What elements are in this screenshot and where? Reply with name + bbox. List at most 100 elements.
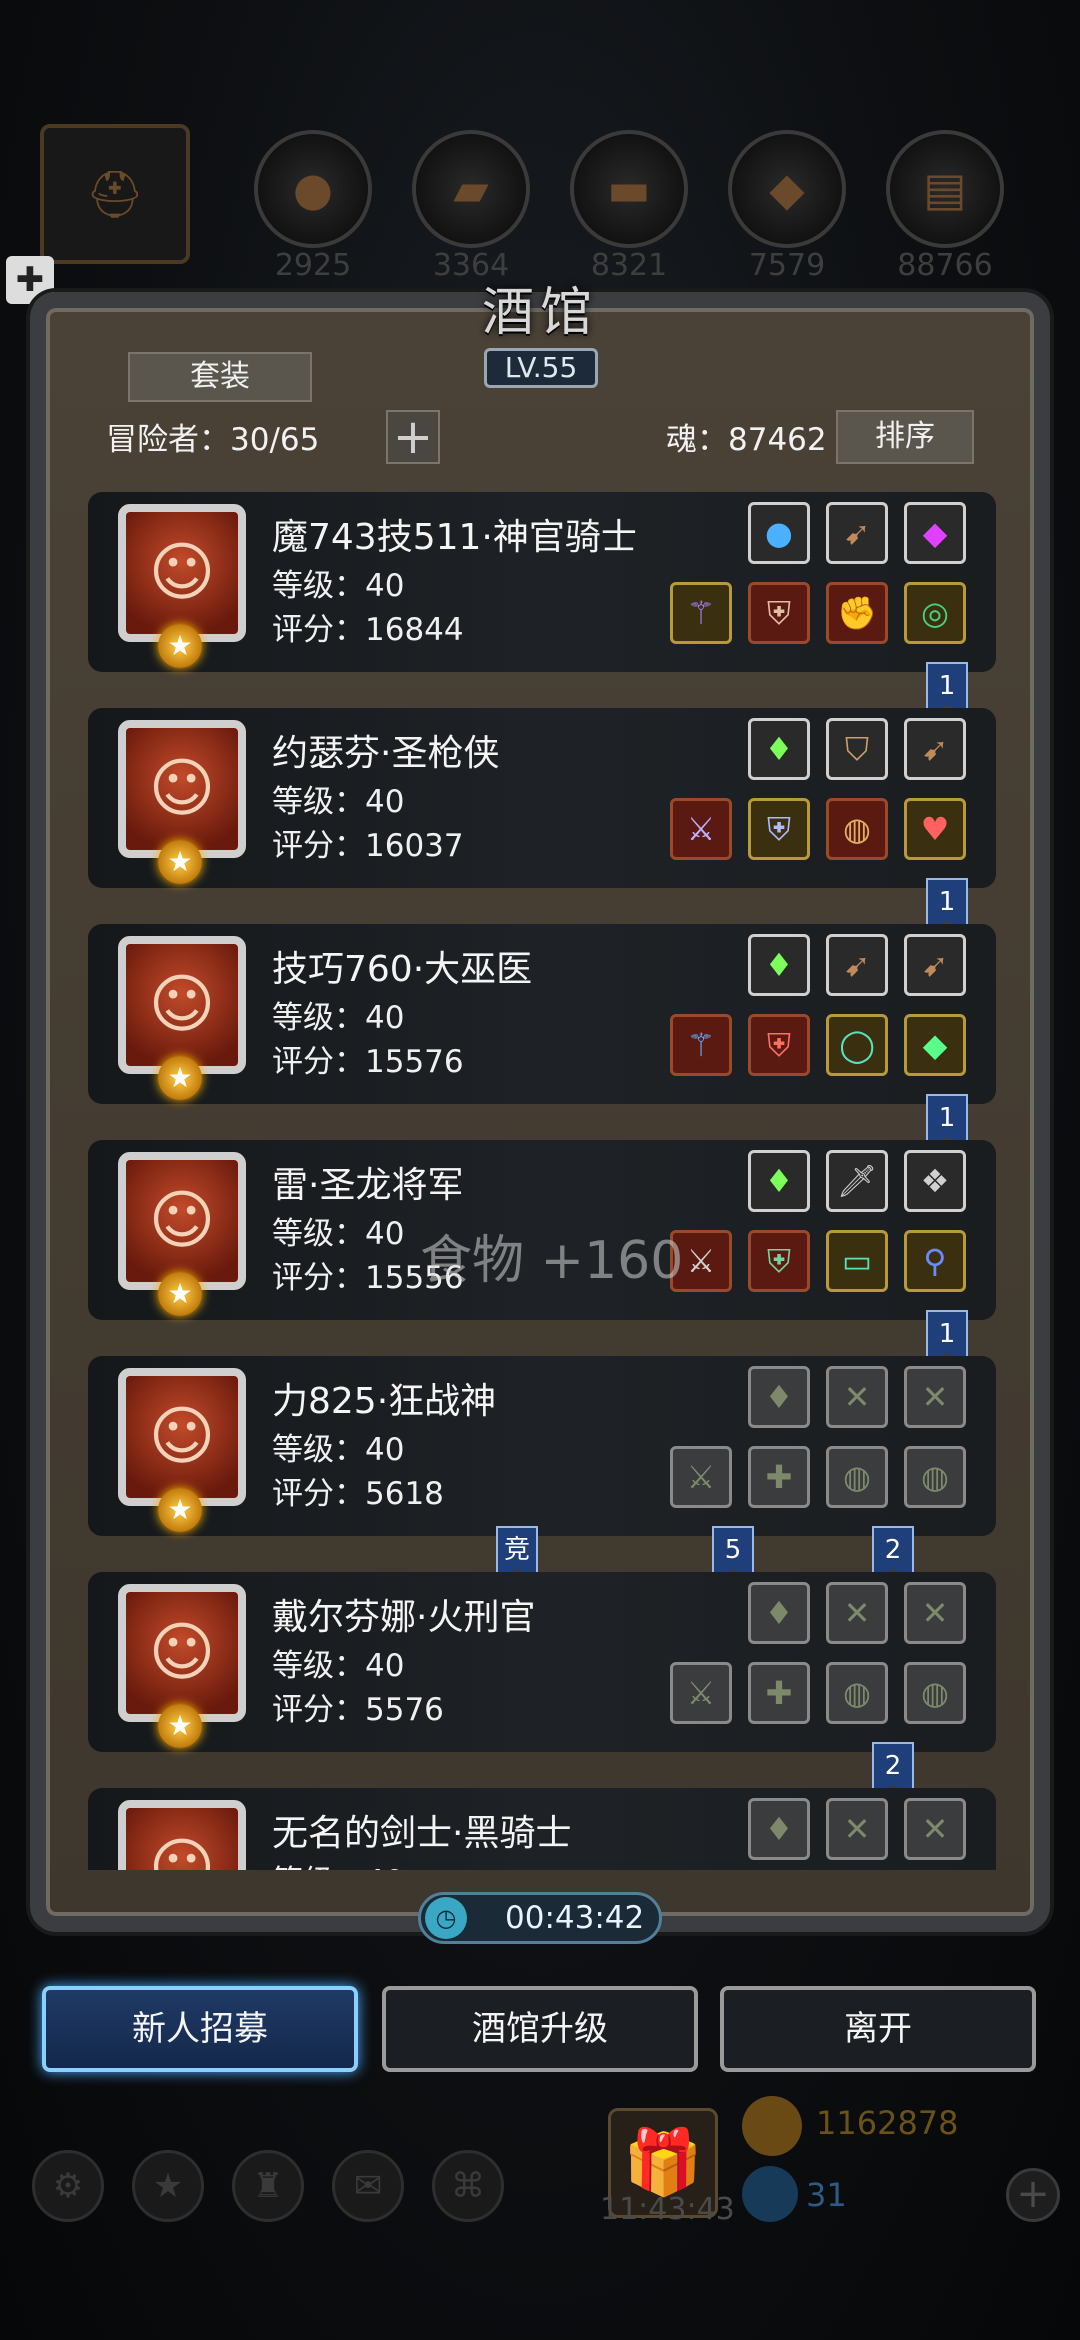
emerald-icon[interactable]: ◆ — [904, 1014, 966, 1076]
adventurer-name: 技巧760·大巫医 — [272, 949, 533, 990]
orb-icon[interactable]: ● — [748, 502, 810, 564]
empty-slot-icon[interactable]: ◍ — [904, 1662, 966, 1724]
adventurer-name: 魔743技511·神官骑士 — [272, 517, 637, 558]
adventurer-level: 等级：40 — [272, 1648, 405, 1684]
lancer-portrait-icon: ☺ — [118, 720, 246, 858]
crossbow-icon[interactable]: ➹ — [904, 934, 966, 996]
empty-slot-icon[interactable]: ✕ — [904, 1366, 966, 1428]
necklace-icon[interactable]: ◎ — [904, 582, 966, 644]
soul-count: 魂：87462 — [666, 422, 827, 458]
adventurer-level: 等级：40 — [272, 1432, 405, 1468]
crossbow-icon[interactable]: ➹ — [826, 934, 888, 996]
knight-portrait-icon: ☺ — [118, 1800, 246, 1870]
empty-slot-icon[interactable]: ✕ — [826, 1582, 888, 1644]
adventurer-level: 等级：40 — [272, 1216, 405, 1252]
guild-icon[interactable]: ♜ — [232, 2150, 304, 2222]
upgrade-tavern-button[interactable]: 酒馆升级 — [382, 1986, 698, 2072]
adventurer-card[interactable]: ☺ 无名的剑士·黑骑士 等级：40 ♦ ✕ ✕ — [88, 1788, 996, 1870]
empty-slot-icon[interactable]: ✚ — [748, 1662, 810, 1724]
crystal-shard-icon[interactable]: ♦ — [748, 934, 810, 996]
adventurer-card[interactable]: ☺ ★ 技巧760·大巫医 等级：40 评分：15576 ♦ ➹ ➹ ⚚ ⛨ ◯… — [88, 924, 996, 1104]
adventurer-card[interactable]: ☺ ★ 力825·狂战神 等级：40 评分：5618 ♦ ✕ ✕ ⚔ ✚ ◍ ◍ — [88, 1356, 996, 1536]
resource-bar: ⛑ ● 2925 ▰ 3364 ▬ 8321 ◆ 7579 ▤ 88766 — [40, 124, 1060, 283]
rank-star-icon: ★ — [158, 840, 202, 884]
pendant-icon[interactable]: ⚲ — [904, 1230, 966, 1292]
map-icon[interactable]: ⌘ — [432, 2150, 504, 2222]
helmet-icon: ⛑ — [40, 124, 190, 264]
crossbow-icon[interactable]: ➹ — [904, 718, 966, 780]
suit-button[interactable]: 套装 — [128, 352, 312, 402]
adventurer-score: 评分：16844 — [272, 612, 464, 648]
adventurer-score: 评分：15576 — [272, 1044, 464, 1080]
shield-icon[interactable]: ⛉ — [826, 718, 888, 780]
adventurer-score: 评分：16037 — [272, 828, 464, 864]
empty-slot-icon[interactable]: ✕ — [826, 1366, 888, 1428]
empty-slot-icon[interactable]: ♦ — [748, 1798, 810, 1860]
gem-icon[interactable]: ◆ — [904, 502, 966, 564]
empty-slot-icon[interactable]: ⚔ — [670, 1662, 732, 1724]
adventurer-name: 戴尔芬娜·火刑官 — [272, 1597, 536, 1638]
crystal-icon: ◆ — [728, 130, 846, 248]
level-badge: LV.55 — [484, 348, 598, 388]
empty-slot-icon[interactable]: ✚ — [748, 1446, 810, 1508]
crystal-shard-icon[interactable]: ♦ — [748, 1150, 810, 1212]
sort-button[interactable]: 排序 — [836, 410, 974, 464]
leave-button[interactable]: 离开 — [720, 1986, 1036, 2072]
rank-star-icon: ★ — [158, 1704, 202, 1748]
add-currency-button[interactable]: + — [1006, 2168, 1060, 2222]
empty-slot-icon[interactable]: ◍ — [826, 1662, 888, 1724]
adventurer-card[interactable]: ☺ ★ 约瑟芬·圣枪侠 等级：40 评分：16037 ♦ ⛉ ➹ ⚔ ⛨ ◍ ♥ — [88, 708, 996, 888]
amulet-icon[interactable]: ♥ — [904, 798, 966, 860]
crossbow-icon[interactable]: ➹ — [826, 502, 888, 564]
mail-icon[interactable]: ✉ — [332, 2150, 404, 2222]
refresh-timer: ◷ 00:43:42 — [418, 1892, 662, 1944]
adventurer-count: 冒险者：30/65 — [106, 422, 320, 458]
empty-slot-icon[interactable]: ✕ — [904, 1582, 966, 1644]
wood-icon: ▰ — [412, 130, 530, 248]
recruit-button[interactable]: 新人招募 — [42, 1986, 358, 2072]
staff-icon[interactable]: ⚚ — [670, 582, 732, 644]
gold-coin-icon — [742, 2096, 802, 2156]
empty-slot-icon[interactable]: ♦ — [748, 1366, 810, 1428]
adventurer-level: 等级：40 — [272, 1000, 405, 1036]
belt-icon[interactable]: ▭ — [826, 1230, 888, 1292]
gauntlet-icon[interactable]: ✊ — [826, 582, 888, 644]
shaman-portrait-icon: ☺ — [118, 936, 246, 1074]
iron-icon: ▬ — [570, 130, 688, 248]
ring-icon[interactable]: ◯ — [826, 1014, 888, 1076]
general-portrait-icon: ☺ — [118, 1152, 246, 1290]
adventurer-card[interactable]: ☺ ★ 戴尔芬娜·火刑官 等级：40 评分：5576 ♦ ✕ ✕ ⚔ ✚ ◍ ◍ — [88, 1572, 996, 1752]
add-slot-button[interactable]: + — [386, 410, 440, 464]
empty-slot-icon[interactable]: ◍ — [904, 1446, 966, 1508]
empty-slot-icon[interactable]: ◍ — [826, 1446, 888, 1508]
armor-icon[interactable]: ⛨ — [748, 798, 810, 860]
nun-portrait-icon: ☺ — [118, 504, 246, 642]
diamond-icon — [742, 2166, 798, 2222]
sword-icon[interactable]: ⚔ — [670, 798, 732, 860]
adventurer-name: 力825·狂战神 — [272, 1381, 497, 1422]
adventurer-score: 评分：5576 — [272, 1692, 444, 1728]
gem-amount: 31 — [806, 2176, 847, 2214]
armor-icon[interactable]: ⛨ — [748, 582, 810, 644]
adventurer-name: 无名的剑士·黑骑士 — [272, 1813, 572, 1854]
achievement-icon[interactable]: ★ — [132, 2150, 204, 2222]
bracer-icon[interactable]: ◍ — [826, 798, 888, 860]
berserker-portrait-icon: ☺ — [118, 1368, 246, 1506]
empty-slot-icon[interactable]: ♦ — [748, 1582, 810, 1644]
settings-icon[interactable]: ⚙ — [32, 2150, 104, 2222]
rune-icon[interactable]: ❖ — [904, 1150, 966, 1212]
wand-icon[interactable]: ⚚ — [670, 1014, 732, 1076]
crystal-shard-icon[interactable]: ♦ — [748, 718, 810, 780]
armor-icon[interactable]: ⛨ — [748, 1230, 810, 1292]
adventurer-card[interactable]: ☺ ★ 魔743技511·神官骑士 等级：40 评分：16844 ● ➹ ◆ ⚚… — [88, 492, 996, 672]
empty-slot-icon[interactable]: ⚔ — [670, 1446, 732, 1508]
rank-star-icon: ★ — [158, 1488, 202, 1532]
stone-icon: ▤ — [886, 130, 1004, 248]
adventurer-list[interactable]: ☺ ★ 魔743技511·神官骑士 等级：40 评分：16844 ● ➹ ◆ ⚚… — [62, 480, 1006, 1870]
empty-slot-icon[interactable]: ✕ — [826, 1798, 888, 1860]
dagger-icon[interactable]: 🗡 — [826, 1150, 888, 1212]
timer-value: 00:43:42 — [505, 1900, 645, 1936]
rank-star-icon: ★ — [158, 1272, 202, 1316]
empty-slot-icon[interactable]: ✕ — [904, 1798, 966, 1860]
robe-icon[interactable]: ⛨ — [748, 1014, 810, 1076]
